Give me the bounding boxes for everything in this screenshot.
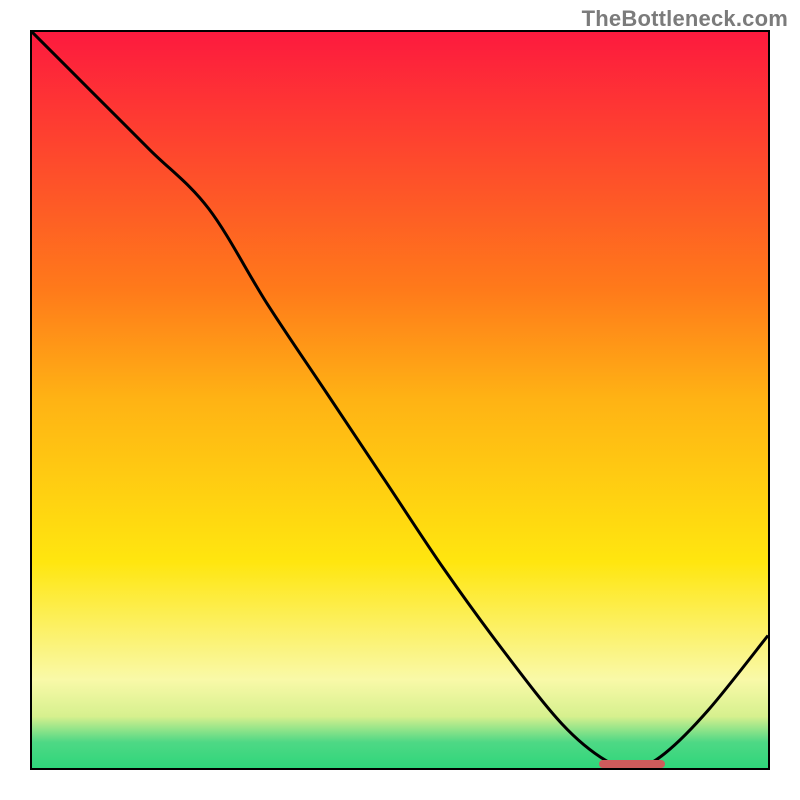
chart-root: TheBottleneck.com bbox=[0, 0, 800, 800]
gradient-background bbox=[32, 32, 768, 768]
plot-svg bbox=[32, 32, 768, 768]
bottleneck-curve bbox=[32, 32, 768, 768]
attribution-label: TheBottleneck.com bbox=[582, 6, 788, 32]
optimum-marker bbox=[599, 760, 665, 768]
plot-area bbox=[30, 30, 770, 770]
